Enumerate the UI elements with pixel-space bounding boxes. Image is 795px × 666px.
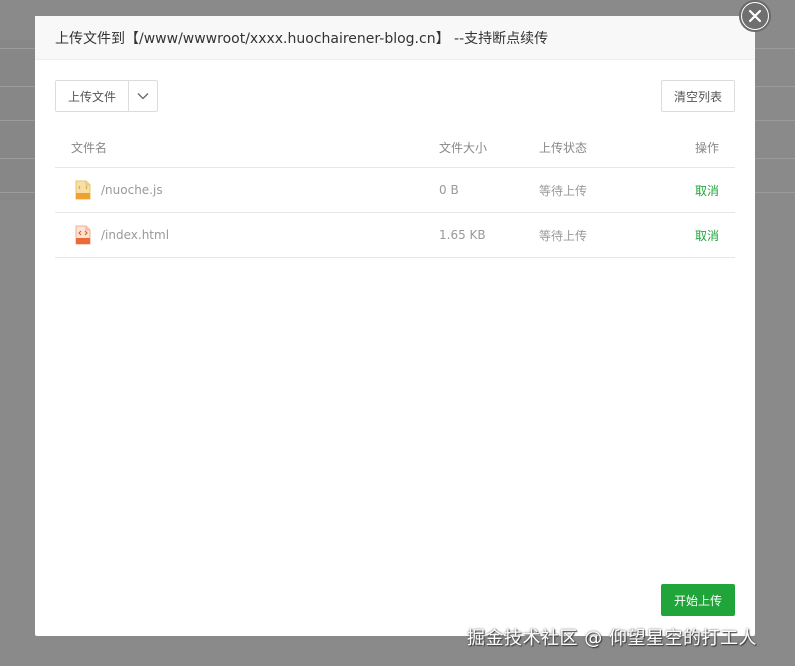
- upload-file-button[interactable]: 上传文件: [56, 81, 129, 111]
- file-size: 1.65 KB: [439, 228, 486, 242]
- upload-file-split-button: 上传文件: [55, 80, 158, 112]
- cancel-upload-link[interactable]: 取消: [695, 182, 719, 199]
- upload-file-table: 文件名 文件大小 上传状态 操作 /nuoche.js 0 B 等待上传 取消: [55, 128, 735, 258]
- close-dialog-button[interactable]: [739, 0, 771, 32]
- file-name: /nuoche.js: [101, 183, 163, 197]
- start-upload-button[interactable]: 开始上传: [661, 584, 735, 616]
- file-size: 0 B: [439, 183, 459, 197]
- upload-status: 等待上传: [539, 183, 588, 198]
- file-name: /index.html: [101, 228, 170, 242]
- close-icon: [748, 9, 762, 23]
- header-upload-status: 上传状态: [539, 141, 588, 155]
- upload-dialog: 上传文件到【/www/wwwroot/xxxx.huochairener-blo…: [35, 16, 755, 636]
- watermark-text: 掘金技术社区 @ 仰望星空的打工人: [467, 628, 757, 649]
- html-file-icon: [75, 225, 91, 245]
- dialog-header: 上传文件到【/www/wwwroot/xxxx.huochairener-blo…: [35, 16, 755, 60]
- clear-list-button[interactable]: 清空列表: [661, 80, 735, 112]
- table-row: /nuoche.js 0 B 等待上传 取消: [55, 168, 735, 213]
- js-file-icon: [75, 180, 91, 200]
- header-operation: 操作: [694, 141, 719, 155]
- header-file-size: 文件大小: [439, 141, 488, 155]
- table-row: /index.html 1.65 KB 等待上传 取消: [55, 213, 735, 258]
- dialog-title: 上传文件到【/www/wwwroot/xxxx.huochairener-blo…: [55, 30, 549, 47]
- cancel-upload-link[interactable]: 取消: [695, 227, 719, 244]
- upload-options-dropdown[interactable]: [129, 81, 157, 111]
- upload-status: 等待上传: [539, 228, 588, 243]
- upload-toolbar: 上传文件 清空列表: [55, 80, 735, 112]
- table-header: 文件名 文件大小 上传状态 操作: [55, 128, 735, 168]
- chevron-down-icon: [137, 93, 149, 100]
- header-file-name: 文件名: [71, 141, 108, 155]
